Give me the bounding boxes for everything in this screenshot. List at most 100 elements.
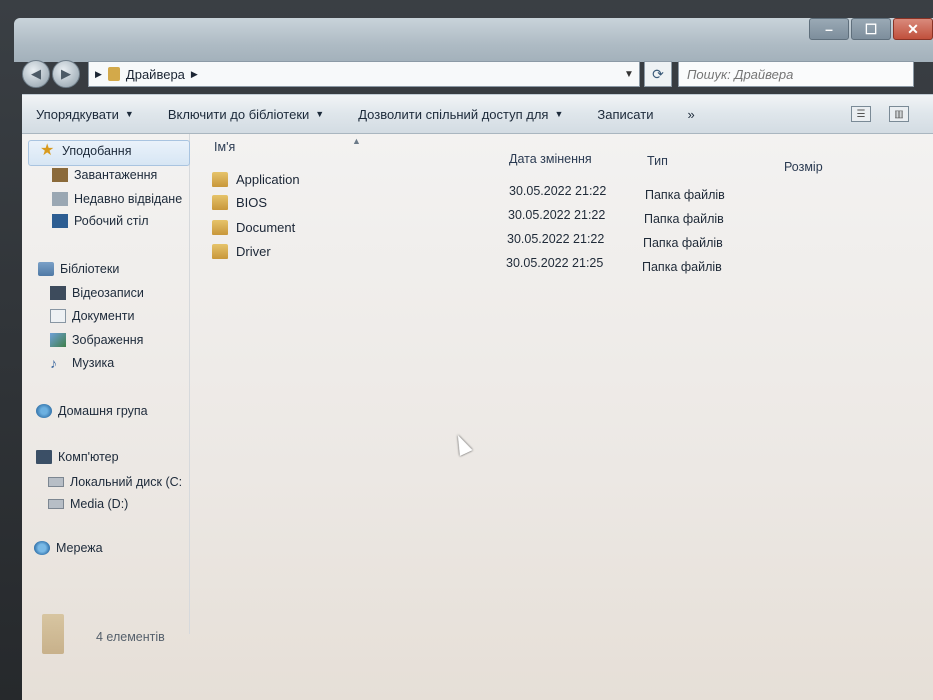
- videos-icon: [50, 286, 66, 300]
- sidebar-item-libraries[interactable]: Бібліотеки: [38, 262, 119, 276]
- sidebar-item-pictures[interactable]: Зображення: [50, 333, 143, 347]
- disk-icon: [48, 477, 64, 487]
- burn-button[interactable]: Записати: [597, 107, 653, 122]
- column-header-date-modified[interactable]: Дата змінення: [509, 152, 592, 166]
- folder-icon: [42, 614, 64, 654]
- sidebar-item-local-disk-c[interactable]: Локальний диск (C:: [48, 475, 182, 489]
- file-date: 30.05.2022 21:22: [508, 208, 606, 222]
- sidebar-item-computer[interactable]: Комп'ютер: [36, 450, 119, 464]
- libraries-icon: [38, 262, 54, 276]
- sidebar-item-media-d[interactable]: Media (D:): [48, 497, 128, 511]
- sidebar-item-label: Уподобання: [62, 144, 132, 158]
- sidebar-item-label: Робочий стіл: [74, 214, 149, 228]
- folder-icon: [212, 220, 228, 235]
- back-button[interactable]: ◀: [22, 60, 50, 88]
- file-type: Папка файлів: [645, 188, 725, 202]
- documents-icon: [50, 309, 66, 323]
- more-label: »: [687, 106, 695, 122]
- maximize-button[interactable]: ☐: [851, 18, 891, 40]
- file-type: Папка файлів: [642, 260, 722, 274]
- sidebar-item-downloads[interactable]: Завантаження: [52, 168, 157, 182]
- search-input[interactable]: [687, 66, 913, 82]
- column-header-name[interactable]: Ім'я: [214, 140, 235, 154]
- column-header-size[interactable]: Розмір: [784, 160, 823, 174]
- change-view-icon[interactable]: ☰: [851, 106, 871, 122]
- sidebar-item-network[interactable]: Мережа: [34, 541, 103, 555]
- file-name: Application: [236, 172, 300, 187]
- view-controls: ☰ ▥: [851, 106, 933, 122]
- breadcrumb-chevron-icon[interactable]: ▶: [191, 69, 198, 80]
- disk-icon: [48, 499, 64, 509]
- sidebar-item-label: Домашня група: [58, 404, 148, 418]
- chevron-down-icon: ▼: [124, 109, 134, 119]
- search-box[interactable]: [678, 61, 914, 87]
- folder-icon: [212, 172, 228, 187]
- file-name: Driver: [236, 244, 271, 259]
- forward-button[interactable]: ▶: [52, 60, 80, 88]
- column-header-type[interactable]: Тип: [647, 154, 668, 168]
- desktop-icon: [52, 214, 68, 228]
- address-bar[interactable]: ▶ Драйвера ▶ ▼: [88, 61, 640, 87]
- close-button[interactable]: ✕: [893, 18, 933, 40]
- chevron-down-icon: ▼: [554, 109, 564, 119]
- sidebar-item-label: Бібліотеки: [60, 262, 120, 276]
- list-item[interactable]: Driver: [212, 244, 271, 259]
- folder-icon: [107, 67, 120, 81]
- file-date: 30.05.2022 21:22: [507, 232, 605, 246]
- sidebar-item-favorites[interactable]: ★ Уподобання: [40, 142, 132, 159]
- sidebar-item-label: Завантаження: [74, 168, 158, 182]
- chevron-down-icon: ▼: [315, 109, 325, 119]
- navigation-pane: ★ Уподобання Завантаження Недавно відвід…: [22, 134, 190, 634]
- window-caption-buttons: – ☐ ✕: [807, 18, 933, 44]
- list-item[interactable]: BIOS: [212, 195, 267, 210]
- downloads-icon: [52, 168, 68, 182]
- sort-ascending-icon: ▲: [352, 136, 361, 146]
- minimize-button[interactable]: –: [809, 18, 849, 40]
- sidebar-item-label: Недавно відвідане: [74, 192, 183, 206]
- pictures-icon: [50, 333, 66, 347]
- share-with-button[interactable]: Дозволити спільний доступ для ▼: [358, 107, 563, 122]
- sidebar-item-label: Відеозаписи: [72, 286, 144, 300]
- address-dropdown-icon[interactable]: ▼: [619, 69, 639, 80]
- file-date: 30.05.2022 21:25: [506, 256, 604, 270]
- share-with-label: Дозволити спільний доступ для: [358, 106, 549, 122]
- command-bar: Упорядкувати ▼ Включити до бібліотеки ▼ …: [22, 94, 933, 134]
- organize-label: Упорядкувати: [36, 106, 119, 122]
- status-item-count: 4 елементів: [96, 630, 165, 644]
- refresh-button[interactable]: ⟳: [644, 61, 672, 87]
- sidebar-item-label: Мережа: [56, 541, 103, 555]
- homegroup-icon: [36, 404, 52, 418]
- sidebar-item-documents[interactable]: Документи: [50, 309, 134, 323]
- sidebar-item-homegroup[interactable]: Домашня група: [36, 404, 148, 418]
- network-icon: [34, 541, 50, 555]
- sidebar-item-label: Документи: [72, 309, 135, 323]
- star-icon: ★: [40, 142, 55, 159]
- list-item[interactable]: Application: [212, 172, 300, 187]
- file-name: BIOS: [236, 195, 268, 210]
- organize-button[interactable]: Упорядкувати ▼: [36, 107, 134, 122]
- explorer-main: ★ Уподобання Завантаження Недавно відвід…: [22, 134, 933, 700]
- sidebar-item-videos[interactable]: Відеозаписи: [50, 286, 144, 300]
- file-name: Document: [236, 220, 296, 235]
- file-date: 30.05.2022 21:22: [509, 184, 607, 198]
- list-item[interactable]: Document: [212, 220, 295, 235]
- sidebar-item-label: Комп'ютер: [58, 450, 119, 464]
- sidebar-item-label: Media (D:): [70, 497, 129, 511]
- breadcrumb-separator-icon: ▶: [95, 68, 102, 79]
- music-icon: ♪: [50, 355, 57, 371]
- file-type: Папка файлів: [644, 212, 724, 226]
- file-type: Папка файлів: [643, 236, 723, 250]
- sidebar-item-recent-places[interactable]: Недавно відвідане: [52, 192, 182, 206]
- sidebar-item-label: Музика: [72, 356, 115, 370]
- preview-pane-icon[interactable]: ▥: [889, 106, 909, 122]
- more-commands-button[interactable]: »: [687, 107, 694, 122]
- sidebar-item-desktop[interactable]: Робочий стіл: [52, 214, 149, 228]
- sidebar-item-label: Локальний диск (C:: [70, 475, 183, 489]
- include-in-library-button[interactable]: Включити до бібліотеки ▼: [168, 107, 324, 122]
- folder-icon: [212, 195, 228, 210]
- sidebar-item-music[interactable]: ♪ Музика: [50, 356, 114, 370]
- breadcrumb[interactable]: Драйвера: [126, 67, 185, 82]
- burn-label: Записати: [597, 106, 654, 122]
- recent-places-icon: [52, 192, 68, 206]
- folder-icon: [212, 244, 228, 259]
